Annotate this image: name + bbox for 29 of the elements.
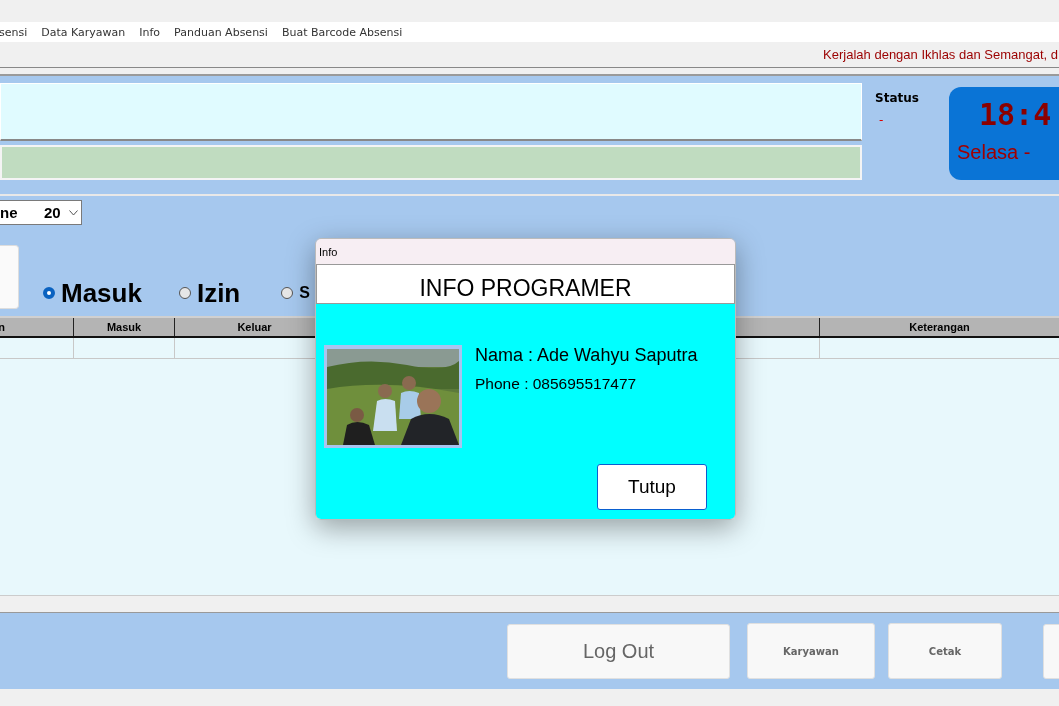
radio-button[interactable] (281, 287, 294, 299)
column-header[interactable]: Keterangan (820, 318, 1059, 336)
clock-time: 18:4 (978, 97, 1053, 133)
radio-label[interactable]: Izin (196, 277, 241, 309)
radio-label[interactable]: Masuk (61, 277, 142, 309)
action-button[interactable]: Cetak (888, 623, 1002, 679)
clock-date: Selasa - (957, 141, 1032, 164)
input-field[interactable] (0, 245, 19, 309)
caret-icon (69, 209, 78, 216)
status-label: Status (875, 91, 920, 105)
close-button[interactable]: Tutup (597, 464, 707, 510)
programmer-name: Nama : Ade Wahyu Saputra (475, 345, 698, 366)
menu-item[interactable]: Panduan Absensi (174, 25, 268, 39)
marquee-text: Kerjalah dengan Ikhlas dan Semangat, d (823, 47, 1059, 62)
radio-button[interactable] (43, 287, 55, 299)
action-button[interactable]: Log Out (507, 623, 730, 679)
month-year-dropdown[interactable]: ne 20 (0, 200, 82, 225)
programmer-phone: Phone : 085695517477 (475, 375, 638, 393)
menu-item[interactable]: Buat Barcode Absensi (281, 25, 403, 39)
menu-item[interactable]: Info (139, 25, 161, 39)
dialog-title: Info (319, 245, 338, 258)
menu-item[interactable]: Data Karyawan (41, 25, 126, 39)
action-button[interactable]: Karyawan (747, 623, 875, 679)
radio-button[interactable] (178, 287, 191, 299)
status-value: - (878, 113, 885, 127)
dialog-heading: INFO PROGRAMER (419, 275, 632, 302)
column-header[interactable]: Masuk (74, 318, 175, 336)
menu-item[interactable]: sensi (0, 25, 28, 39)
radio-label[interactable]: S (299, 284, 310, 302)
